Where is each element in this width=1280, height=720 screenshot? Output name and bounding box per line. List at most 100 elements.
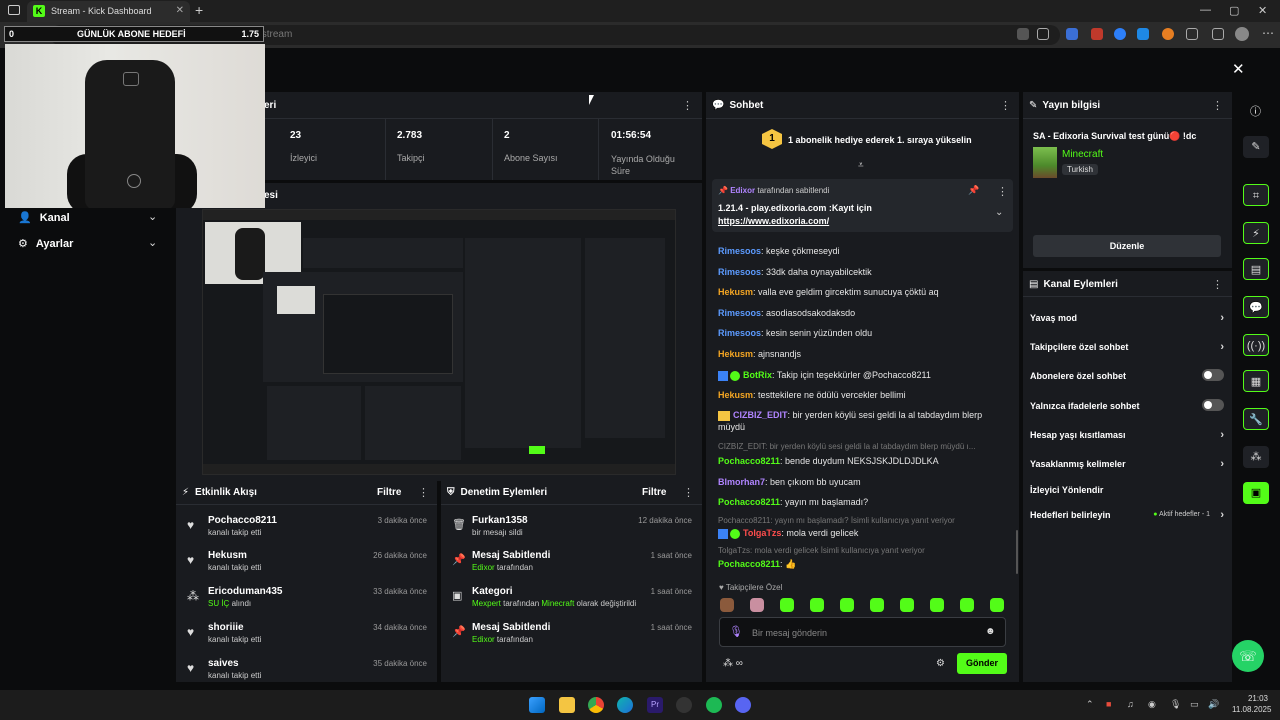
tray-app-icon[interactable]: ■	[1106, 699, 1111, 709]
extensions-puzzle-icon[interactable]	[1186, 28, 1198, 40]
sidebar-item-ayarlar[interactable]: ⚙ Ayarlar	[18, 237, 73, 250]
emote-icon[interactable]	[720, 598, 734, 612]
activity-filter-button[interactable]: Filtre	[377, 487, 401, 498]
activity-username[interactable]: Pochacco8211	[208, 515, 277, 526]
kebab-menu-icon[interactable]: ⋮	[1212, 278, 1223, 291]
send-button[interactable]: Gönder	[957, 653, 1007, 674]
chat-username[interactable]: Pochacco8211	[718, 456, 780, 466]
emote-icon[interactable]	[810, 598, 824, 612]
sidebar-item-kanal[interactable]: 👤 Kanal	[18, 211, 70, 224]
chat-username[interactable]: CIZBIZ_EDIT	[733, 410, 788, 420]
minimize-button[interactable]: —	[1200, 4, 1211, 16]
emote-icon[interactable]	[870, 598, 884, 612]
favorite-star-icon[interactable]	[1037, 28, 1049, 40]
moderator-name[interactable]: Edixor	[472, 635, 495, 644]
chat-tool-icon[interactable]: 💬	[1243, 296, 1269, 318]
chat-username[interactable]: Rimesoos	[718, 246, 761, 256]
translate-extension-icon[interactable]	[1066, 28, 1078, 40]
chat-message[interactable]: Pochacco8211: bende duydum NEKSJSKJDLDJD…	[718, 455, 1008, 467]
chat-username[interactable]: Hekusm	[718, 390, 753, 400]
channel-action-row[interactable]: Takipçilere özel sohbet ›	[1030, 341, 1224, 353]
moderator-name[interactable]: Mexpert	[472, 599, 501, 608]
chat-message[interactable]: Pochacco8211: 👍	[718, 558, 1008, 570]
chat-message[interactable]: Hekusm: testtekilere ne ödülü vercekler …	[718, 389, 1008, 401]
chat-username[interactable]: Rimesoos	[718, 308, 761, 318]
chat-scrollbar[interactable]	[1016, 530, 1018, 574]
unpin-icon[interactable]: 📌	[968, 185, 979, 196]
expand-icon[interactable]: ⩡	[858, 160, 864, 171]
activity-username[interactable]: shoriiie	[208, 622, 244, 633]
chat-username[interactable]: BotRix	[743, 370, 772, 380]
chat-username[interactable]: Pochacco8211	[718, 497, 780, 507]
chat-message[interactable]: TolgaTzs: mola verdi gelicek	[718, 527, 1008, 539]
emoji-icon[interactable]: ☻	[985, 626, 996, 637]
extension-icon[interactable]	[1162, 28, 1174, 40]
toggle-switch[interactable]	[1202, 369, 1224, 381]
spotify-icon[interactable]	[706, 697, 722, 713]
edge-icon[interactable]	[617, 697, 633, 713]
bot-tool-icon[interactable]: ▣	[1243, 482, 1269, 504]
info-icon[interactable]: ⓘ	[1250, 103, 1261, 119]
chevron-down-icon[interactable]: ⌄	[148, 236, 157, 249]
chrome-icon[interactable]	[588, 697, 604, 713]
layout-tool-icon[interactable]: ▦	[1243, 370, 1269, 392]
stream-preview-video[interactable]	[202, 209, 676, 475]
chat-username[interactable]: Rimesoos	[718, 328, 761, 338]
browser-tab[interactable]: K Stream - Kick Dashboard ✕	[27, 1, 190, 22]
chat-message[interactable]: Hekusm: valla eve geldim gircektim sunuc…	[718, 286, 1008, 298]
chat-username[interactable]: Blmorhan7	[718, 477, 765, 487]
bolt-tool-icon[interactable]: ⚡	[1243, 222, 1269, 244]
moderation-filter-button[interactable]: Filtre	[642, 487, 666, 498]
channel-action-row[interactable]: Hedefleri belirleyin ● Aktif hedefler - 1…	[1030, 509, 1224, 521]
gear-icon[interactable]: ⚙	[936, 658, 945, 669]
channel-action-row[interactable]: İzleyici Yönlendir	[1030, 485, 1224, 495]
emote-icon[interactable]	[780, 598, 794, 612]
kebab-menu-icon[interactable]: ⋮	[997, 185, 1008, 198]
read-aloud-icon[interactable]	[1017, 28, 1029, 40]
emote-icon[interactable]	[840, 598, 854, 612]
chat-message[interactable]: Rimesoos: keşke çökmeseydi	[718, 245, 1008, 257]
broadcast-tool-icon[interactable]: ((·))	[1243, 334, 1269, 356]
emote-icon[interactable]	[930, 598, 944, 612]
channel-action-row[interactable]: Hesap yaşı kısıtlaması ›	[1030, 429, 1224, 441]
chat-message[interactable]: CIZBIZ_EDIT: bir yerden köylü sesi geldi…	[718, 409, 1008, 433]
mic-icon[interactable]: 🎙	[729, 625, 743, 638]
maximize-button[interactable]: ▢	[1229, 4, 1239, 17]
chat-message[interactable]: Rimesoos: asodiasodsakodaksdo	[718, 307, 1008, 319]
edit-stream-button[interactable]: Düzenle	[1033, 235, 1221, 257]
extension-icon[interactable]	[1091, 28, 1103, 40]
activity-username[interactable]: saives	[208, 658, 239, 669]
file-explorer-icon[interactable]	[559, 697, 575, 713]
taskbar-clock[interactable]: 21:03 11.08.2025	[1232, 694, 1271, 714]
tray-steam-icon[interactable]: ◉	[1148, 699, 1156, 710]
chevron-down-icon[interactable]: ⌄	[148, 210, 157, 223]
chat-message[interactable]: BotRix: Takip için teşekkürler @Pochacco…	[718, 369, 1008, 381]
moderator-name[interactable]: Edixor	[472, 563, 495, 572]
tab-actions-icon[interactable]	[8, 5, 20, 15]
activity-username[interactable]: Hekusm	[208, 550, 247, 561]
chat-message[interactable]: Rimesoos: 33dk daha oynayabilcektik	[718, 266, 1008, 278]
chat-message[interactable]: Pochacco8211: yayın mı başlamadı?	[718, 496, 1008, 508]
extension-icon[interactable]	[1137, 28, 1149, 40]
kebab-menu-icon[interactable]: ⋮	[1212, 99, 1223, 112]
emote-icon[interactable]	[960, 598, 974, 612]
new-tab-button[interactable]: +	[195, 2, 203, 18]
kebab-menu-icon[interactable]: ⋮	[682, 99, 693, 112]
notes-tool-icon[interactable]: ▤	[1243, 258, 1269, 280]
tray-headset-icon[interactable]: ♫	[1127, 699, 1134, 709]
chat-username[interactable]: Hekusm	[718, 287, 753, 297]
kebab-menu-icon[interactable]: ⋮	[418, 486, 429, 499]
kicks-tool-icon[interactable]: ⁂	[1243, 446, 1269, 468]
tray-chevron-icon[interactable]: ⌃	[1086, 699, 1094, 710]
kebab-menu-icon[interactable]: ⋮	[1000, 99, 1011, 112]
tray-monitor-icon[interactable]: ▭	[1190, 699, 1199, 710]
channel-action-row[interactable]: Yasaklanmış kelimeler ›	[1030, 458, 1224, 470]
chat-message[interactable]: Blmorhan7: ben çıkıom bb uyucam	[718, 476, 1008, 488]
edit-tool-icon[interactable]: ✎	[1243, 136, 1269, 158]
tab-close-icon[interactable]: ✕	[176, 5, 184, 16]
category-name[interactable]: Minecraft	[541, 599, 574, 608]
chat-message[interactable]: Hekusm: ajnsnandjs	[718, 348, 1008, 360]
extension-icon[interactable]	[1114, 28, 1126, 40]
obs-icon[interactable]	[676, 697, 692, 713]
tray-mic-icon[interactable]: 🎙	[1170, 699, 1181, 710]
